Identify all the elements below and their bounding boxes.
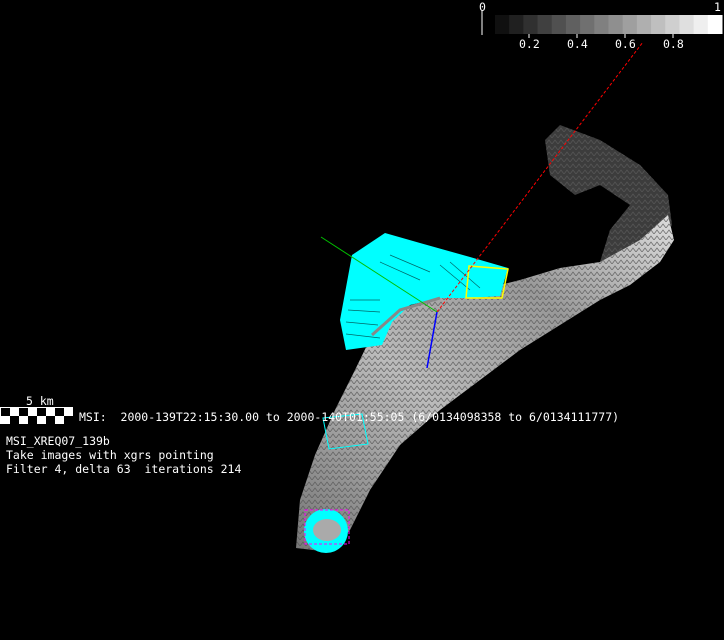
colorbar-tick-label: 0.4 <box>567 37 588 51</box>
colorbar-swatch <box>693 15 709 34</box>
sequence-description: Take images with xgrs pointing <box>6 448 214 462</box>
colorbar-min-label: 0 <box>479 0 486 14</box>
scale-bar-segment <box>46 416 55 424</box>
sequence-name: MSI_XREQ07_139b <box>6 434 110 448</box>
scale-bar-segment <box>37 408 46 416</box>
colorbar-swatch <box>495 15 510 34</box>
colorbar-swatch <box>636 15 652 34</box>
colorbar <box>495 15 723 38</box>
colorbar-max-label: 1 <box>714 0 721 14</box>
scale-bar-label: 5 km <box>26 394 54 408</box>
colorbar-tick-label: 0.8 <box>663 37 684 51</box>
scale-bar-segment <box>19 408 28 416</box>
colorbar-swatch <box>622 15 638 34</box>
scale-bar-segment <box>64 416 73 424</box>
colorbar-swatch <box>537 15 553 34</box>
asteroid-scene <box>0 10 723 553</box>
colorbar-swatch <box>523 15 539 34</box>
colorbar-swatch <box>551 15 567 34</box>
colorbar-swatch <box>608 15 624 34</box>
colorbar-tick-label: 0.2 <box>519 37 540 51</box>
msi-time-range: MSI: 2000-139T22:15:30.00 to 2000-140T01… <box>79 410 620 424</box>
colorbar-swatch <box>707 15 723 34</box>
colorbar-swatch <box>594 15 609 34</box>
scale-bar <box>0 407 73 424</box>
colorbar-swatch <box>679 15 695 34</box>
scale-bar-segment <box>10 416 19 424</box>
scale-bar-segment <box>28 416 37 424</box>
colorbar-swatch <box>580 15 595 34</box>
colorbar-swatch <box>651 15 666 34</box>
scale-bar-segment <box>1 408 10 416</box>
colorbar-swatch <box>665 15 680 34</box>
scale-bar-segment <box>55 408 64 416</box>
colorbar-swatch <box>565 15 581 34</box>
msi-visualization-canvas[interactable]: 0 1 0.2 0.4 0.6 0.8 5 km MSI: 2000-139T2… <box>0 0 724 640</box>
colorbar-tick-label: 0.6 <box>615 37 636 51</box>
colorbar-swatch <box>509 15 524 34</box>
sequence-params: Filter 4, delta 63 iterations 214 <box>6 462 242 476</box>
